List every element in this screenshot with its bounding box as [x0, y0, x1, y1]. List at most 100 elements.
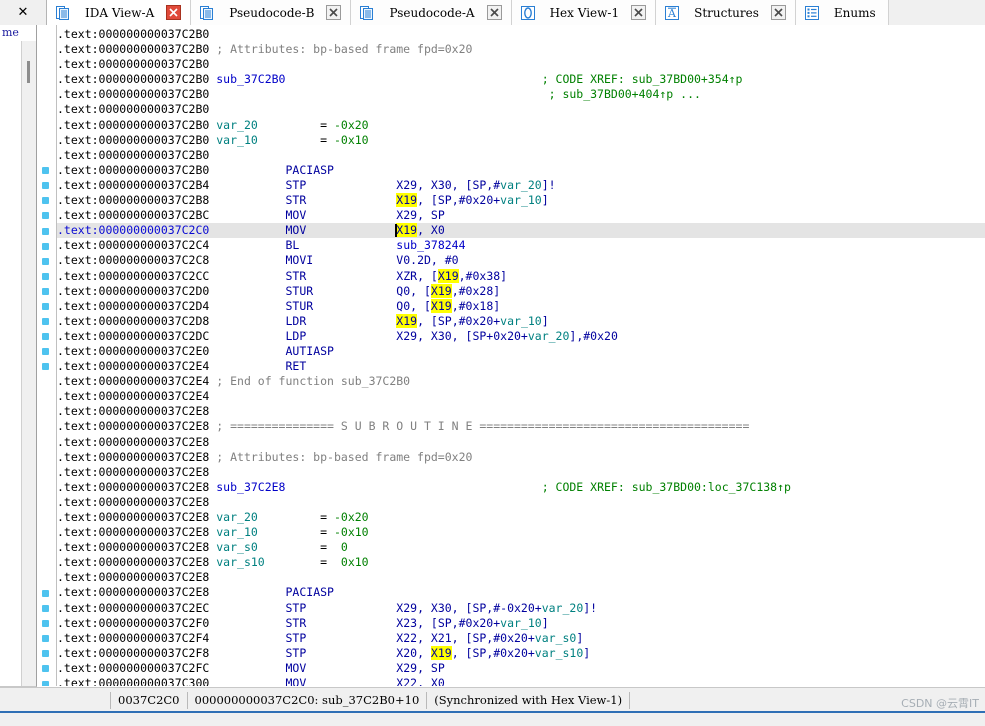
- breakpoint-marker-icon[interactable]: [42, 182, 49, 190]
- disasm-line[interactable]: .text:000000000037C2E8: [57, 570, 985, 585]
- left-panel-header: me: [2, 26, 19, 39]
- disasm-line[interactable]: .text:000000000037C300 MOV X22, X0: [57, 676, 985, 686]
- mnemonic: LDP: [285, 328, 307, 343]
- disasm-line[interactable]: .text:000000000037C2E8: [57, 404, 985, 419]
- ida-view-a-disassembly[interactable]: .text:000000000037C2B0 .text:00000000003…: [37, 25, 985, 686]
- tab-pseudocode-b[interactable]: Pseudocode-B: [191, 0, 352, 25]
- operand: ; =============== S U B R O U T I N E ==…: [216, 419, 750, 434]
- disasm-address: .text:000000000037C2E8: [57, 510, 217, 524]
- disasm-line[interactable]: .text:000000000037C2FC MOV X29, SP: [57, 661, 985, 676]
- disasm-line[interactable]: .text:000000000037C2B0: [57, 148, 985, 163]
- breakpoint-marker-icon[interactable]: [42, 272, 49, 280]
- breakpoint-marker-icon[interactable]: [42, 665, 49, 673]
- tab-pseudocode-a[interactable]: Pseudocode-A: [351, 0, 512, 25]
- tab-hex-view-1[interactable]: Hex View-1: [511, 0, 657, 25]
- disasm-line[interactable]: .text:000000000037C2DC LDP X29, X30, [SP…: [57, 329, 985, 344]
- disasm-line[interactable]: .text:000000000037C2B0: [57, 27, 985, 42]
- disasm-line[interactable]: .text:000000000037C2B0 ; Attributes: bp-…: [57, 42, 985, 57]
- breakpoint-marker-icon[interactable]: [42, 303, 49, 310]
- disasm-line[interactable]: .text:000000000037C2E8: [57, 435, 985, 450]
- disasm-line[interactable]: .text:000000000037C2E8: [57, 495, 985, 510]
- breakpoint-marker-icon[interactable]: [42, 363, 49, 371]
- breakpoint-marker-icon[interactable]: [42, 589, 49, 597]
- breakpoint-marker-icon[interactable]: [42, 242, 49, 250]
- disasm-address: .text:000000000037C2CC: [57, 268, 217, 283]
- breakpoint-marker-icon[interactable]: [42, 650, 49, 658]
- status-sync-info: (Synchronized with Hex View-1): [427, 691, 631, 709]
- disasm-line[interactable]: .text:000000000037C2B4 STP X29, X30, [SP…: [57, 178, 985, 193]
- operand: X29, X30, [SP,#: [396, 177, 501, 192]
- breakpoint-marker-icon[interactable]: [42, 287, 49, 295]
- disasm-line[interactable]: .text:000000000037C2B0: [57, 57, 985, 72]
- breakpoint-marker-icon[interactable]: [42, 605, 49, 612]
- disasm-line[interactable]: .text:000000000037C2E8 sub_37C2E8 ; CODE…: [57, 480, 985, 495]
- operand: ]: [576, 630, 584, 645]
- disasm-address: .text:000000000037C2B0: [57, 57, 217, 72]
- disasm-line[interactable]: .text:000000000037C2B0: [57, 102, 985, 117]
- breakpoint-marker-icon[interactable]: [42, 318, 49, 326]
- operand: -0x20: [333, 117, 369, 132]
- tab-ida-view-a[interactable]: IDA View-A: [47, 0, 192, 25]
- disasm-line[interactable]: .text:000000000037C2E8 ; ===============…: [57, 419, 985, 434]
- disasm-line[interactable]: .text:000000000037C2B0 sub_37C2B0 ; CODE…: [57, 72, 985, 87]
- breakpoint-marker-icon[interactable]: [42, 197, 49, 205]
- left-docked-panel[interactable]: me: [0, 25, 37, 686]
- disasm-line[interactable]: .text:000000000037C2E8 var_10 = -0x10: [57, 525, 985, 540]
- disasm-line[interactable]: .text:000000000037C2E8 PACIASP: [57, 585, 985, 600]
- disasm-line[interactable]: .text:000000000037C2E4: [57, 389, 985, 404]
- disasm-line[interactable]: .text:000000000037C2CC STR XZR, [X19,#0x…: [57, 268, 985, 284]
- disasm-line[interactable]: .text:000000000037C2E8 ; Attributes: bp-…: [57, 450, 985, 465]
- left-panel-scrollbar[interactable]: [21, 41, 36, 686]
- breakpoint-marker-icon[interactable]: [42, 680, 49, 686]
- disasm-line[interactable]: .text:000000000037C2E8 var_20 = -0x20: [57, 510, 985, 525]
- close-window-button[interactable]: ✕: [0, 0, 47, 25]
- disasm-line-current[interactable]: .text:000000000037C2C0 MOV X19, X0: [57, 223, 985, 239]
- document-list-icon: [359, 5, 375, 21]
- breakpoint-marker-icon[interactable]: [42, 212, 49, 220]
- disasm-line[interactable]: .text:000000000037C2D0 STUR Q0, [X19,#0x…: [57, 283, 985, 299]
- highlighted-operand: X19: [396, 223, 418, 238]
- breakpoint-marker-icon[interactable]: [42, 227, 49, 235]
- disasm-line[interactable]: .text:000000000037C2F8 STP X20, X19, [SP…: [57, 645, 985, 661]
- breakpoint-marker-icon[interactable]: [42, 167, 49, 175]
- disasm-line[interactable]: .text:000000000037C2F4 STP X22, X21, [SP…: [57, 631, 985, 646]
- disasm-line[interactable]: .text:000000000037C2BC MOV X29, SP: [57, 208, 985, 223]
- disasm-address: .text:000000000037C300: [57, 676, 217, 686]
- breakpoint-marker-icon[interactable]: [42, 635, 49, 643]
- disasm-line[interactable]: .text:000000000037C2B0 PACIASP: [57, 163, 985, 178]
- tab-close-icon[interactable]: [166, 5, 182, 20]
- operand: ,#0x18]: [451, 298, 501, 313]
- tab-enums[interactable]: Enums: [795, 0, 889, 25]
- disasm-line[interactable]: .text:000000000037C2B0 var_20 = -0x20: [57, 118, 985, 133]
- disasm-line[interactable]: .text:000000000037C2F0 STR X23, [SP,#0x2…: [57, 616, 985, 631]
- disasm-line[interactable]: .text:000000000037C2B0 var_10 = -0x10: [57, 133, 985, 148]
- tab-close-icon[interactable]: [486, 5, 502, 20]
- tab-structures[interactable]: A Structures: [656, 0, 796, 25]
- disasm-line[interactable]: .text:000000000037C2D4 STUR Q0, [X19,#0x…: [57, 298, 985, 314]
- tab-close-icon[interactable]: [770, 5, 786, 20]
- disasm-line[interactable]: .text:000000000037C2B8 STR X19, [SP,#0x2…: [57, 193, 985, 208]
- disasm-line[interactable]: .text:000000000037C2C8 MOVI V0.2D, #0: [57, 253, 985, 268]
- disassembly-code[interactable]: .text:000000000037C2B0 .text:00000000003…: [57, 25, 985, 686]
- disasm-line[interactable]: .text:000000000037C2E8 var_s10 = 0x10: [57, 555, 985, 570]
- disasm-line[interactable]: .text:000000000037C2E0 AUTIASP: [57, 344, 985, 359]
- disasm-line[interactable]: .text:000000000037C2D8 LDR X19, [SP,#0x2…: [57, 313, 985, 329]
- breakpoint-marker-icon[interactable]: [42, 620, 49, 628]
- disasm-line[interactable]: .text:000000000037C2C4 BL sub_378244: [57, 238, 985, 253]
- tab-close-icon[interactable]: [631, 5, 647, 20]
- breakpoint-gutter[interactable]: [37, 25, 57, 686]
- disasm-address: .text:000000000037C2B0: [57, 42, 217, 57]
- tab-close-icon[interactable]: [326, 5, 342, 20]
- disasm-line[interactable]: .text:000000000037C2E8 var_s0 = 0: [57, 540, 985, 555]
- disasm-line[interactable]: .text:000000000037C2E4 RET: [57, 359, 985, 374]
- operand: =: [320, 555, 334, 570]
- highlighted-operand: X19: [396, 313, 418, 328]
- disasm-line[interactable]: .text:000000000037C2E4 ; End of function…: [57, 374, 985, 389]
- disasm-line[interactable]: .text:000000000037C2B0 ; sub_37BD00+404↑…: [57, 87, 985, 102]
- breakpoint-marker-icon[interactable]: [42, 333, 49, 341]
- breakpoint-marker-icon[interactable]: [42, 348, 49, 356]
- left-panel-scrollbar-thumb[interactable]: [27, 61, 30, 83]
- breakpoint-marker-icon[interactable]: [42, 257, 49, 265]
- disasm-line[interactable]: .text:000000000037C2EC STP X29, X30, [SP…: [57, 601, 985, 616]
- disasm-line[interactable]: .text:000000000037C2E8: [57, 465, 985, 480]
